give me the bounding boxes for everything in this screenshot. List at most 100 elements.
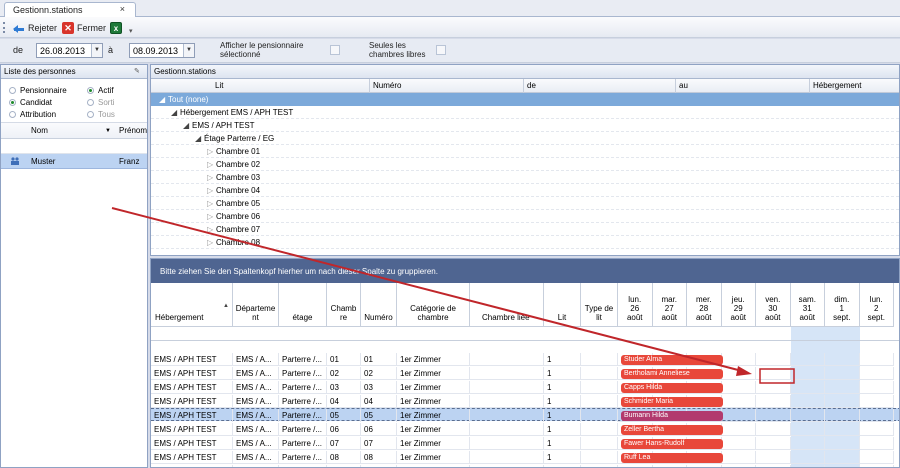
day-cell[interactable] (790, 409, 825, 422)
chevron-down-icon[interactable]: ▼ (105, 128, 111, 134)
table-cell[interactable]: 01 (361, 353, 397, 366)
table-cell[interactable]: Parterre /... (279, 353, 327, 366)
toolbar-grip[interactable] (3, 22, 5, 33)
chevron-down-icon[interactable]: ▼ (183, 44, 194, 57)
table-cell[interactable]: 1 (544, 395, 581, 408)
pin-icon[interactable]: ✎ (134, 67, 143, 76)
column-header[interactable]: Départeme nt (233, 283, 279, 327)
occupancy-bar[interactable]: Fawer Hans-Rudolf (621, 439, 723, 449)
expand-icon[interactable]: ▷ (207, 160, 213, 169)
column-header[interactable]: Catégorie de chambre (397, 283, 470, 327)
occupancy-bar[interactable]: Bumann Hilda (621, 411, 723, 421)
person-filter-row[interactable] (1, 139, 147, 154)
day-column-header[interactable]: lun. 26 août (618, 283, 653, 327)
column-header-hebergement[interactable]: Hébergement (813, 81, 861, 90)
day-cell[interactable] (756, 409, 791, 422)
collapse-icon[interactable]: ◢ (183, 121, 189, 130)
collapse-icon[interactable]: ◢ (159, 95, 165, 104)
occupancy-bar[interactable]: Capps Hilda (621, 383, 723, 393)
occupancy-bar[interactable]: Zeller Bertha (621, 425, 723, 435)
table-cell[interactable]: EMS / A... (233, 451, 279, 464)
sort-ascending-icon[interactable]: ▲ (223, 303, 229, 309)
table-cell[interactable]: 1 (544, 381, 581, 394)
day-cell[interactable] (721, 423, 756, 436)
occupancy-bar[interactable]: Ruff Lea (621, 453, 723, 463)
table-cell[interactable] (470, 395, 544, 408)
expand-icon[interactable]: ▷ (207, 212, 213, 221)
table-cell[interactable]: 01 (327, 353, 361, 366)
person-row[interactable]: Muster Franz (1, 154, 147, 169)
table-cell[interactable]: 1er Zimmer (397, 451, 470, 464)
table-cell[interactable]: 1er Zimmer (397, 395, 470, 408)
column-header-de[interactable]: de (527, 81, 536, 90)
table-cell[interactable] (470, 353, 544, 366)
table-cell[interactable]: 1er Zimmer (397, 409, 470, 422)
day-cell[interactable] (721, 395, 756, 408)
table-cell[interactable]: 05 (361, 409, 397, 422)
table-cell[interactable]: 06 (361, 423, 397, 436)
table-cell[interactable]: EMS / A... (233, 437, 279, 450)
day-cell[interactable] (825, 437, 860, 450)
day-cell[interactable] (756, 367, 791, 380)
table-cell[interactable] (581, 423, 618, 436)
day-cell[interactable] (859, 353, 894, 366)
table-cell[interactable]: 05 (327, 409, 361, 422)
table-cell[interactable] (581, 437, 618, 450)
table-cell[interactable]: 02 (361, 367, 397, 380)
day-cell[interactable] (756, 395, 791, 408)
column-header-nom[interactable]: Nom (31, 126, 48, 135)
day-cell[interactable] (756, 423, 791, 436)
table-cell[interactable]: EMS / APH TEST (151, 367, 233, 380)
free-rooms-checkbox[interactable] (436, 45, 446, 55)
day-column-header[interactable]: ven. 30 août (756, 283, 791, 327)
tree-row[interactable]: ▷ Chambre 05 (151, 197, 899, 210)
column-header-numero[interactable]: Numéro (373, 81, 401, 90)
day-column-header[interactable]: lun. 2 sept. (859, 283, 894, 327)
day-cell[interactable] (721, 451, 756, 464)
radio-candidat[interactable]: Candidat (9, 98, 52, 107)
day-cell[interactable] (790, 367, 825, 380)
column-divider[interactable] (523, 79, 524, 93)
table-cell[interactable]: EMS / A... (233, 381, 279, 394)
day-cell[interactable] (859, 367, 894, 380)
table-cell[interactable]: EMS / APH TEST (151, 395, 233, 408)
table-cell[interactable]: 1 (544, 367, 581, 380)
table-cell[interactable]: Parterre /... (279, 451, 327, 464)
table-cell[interactable]: EMS / A... (233, 423, 279, 436)
table-cell[interactable] (581, 409, 618, 422)
expand-icon[interactable]: ▷ (207, 199, 213, 208)
table-cell[interactable]: 1 (544, 451, 581, 464)
radio-pensionnaire[interactable]: Pensionnaire (9, 86, 67, 95)
table-cell[interactable]: 07 (327, 437, 361, 450)
table-cell[interactable]: Parterre /... (279, 367, 327, 380)
day-cell[interactable] (721, 353, 756, 366)
occupancy-bar[interactable]: Schmider Maria (621, 397, 723, 407)
table-cell[interactable]: 1er Zimmer (397, 437, 470, 450)
table-cell[interactable]: 08 (361, 451, 397, 464)
day-cell[interactable] (859, 437, 894, 450)
day-cell[interactable] (825, 381, 860, 394)
day-cell[interactable] (756, 437, 791, 450)
day-cell[interactable] (756, 451, 791, 464)
grid-filter-row[interactable] (151, 327, 899, 341)
table-cell[interactable]: 1 (544, 437, 581, 450)
day-cell[interactable] (756, 353, 791, 366)
table-cell[interactable]: EMS / APH TEST (151, 353, 233, 366)
table-cell[interactable] (470, 437, 544, 450)
tree-row[interactable]: ▷ Chambre 08 (151, 236, 899, 249)
column-header[interactable]: Lit (544, 283, 581, 327)
toolbar-overflow-icon[interactable]: ▾ (129, 23, 133, 38)
column-header-au[interactable]: au (679, 81, 688, 90)
radio-actif[interactable]: Actif (87, 86, 114, 95)
day-cell[interactable] (825, 423, 860, 436)
tree-row[interactable]: ◢ Étage Parterre / EG (151, 132, 899, 145)
tree-row[interactable]: ◢ EMS / APH TEST (151, 119, 899, 132)
table-cell[interactable] (581, 451, 618, 464)
day-cell[interactable] (825, 395, 860, 408)
collapse-icon[interactable]: ◢ (171, 108, 177, 117)
day-column-header[interactable]: dim. 1 sept. (825, 283, 860, 327)
tree-row[interactable]: ▷ Chambre 01 (151, 145, 899, 158)
expand-icon[interactable]: ▷ (207, 186, 213, 195)
column-header[interactable]: étage (279, 283, 327, 327)
table-cell[interactable]: EMS / APH TEST (151, 437, 233, 450)
